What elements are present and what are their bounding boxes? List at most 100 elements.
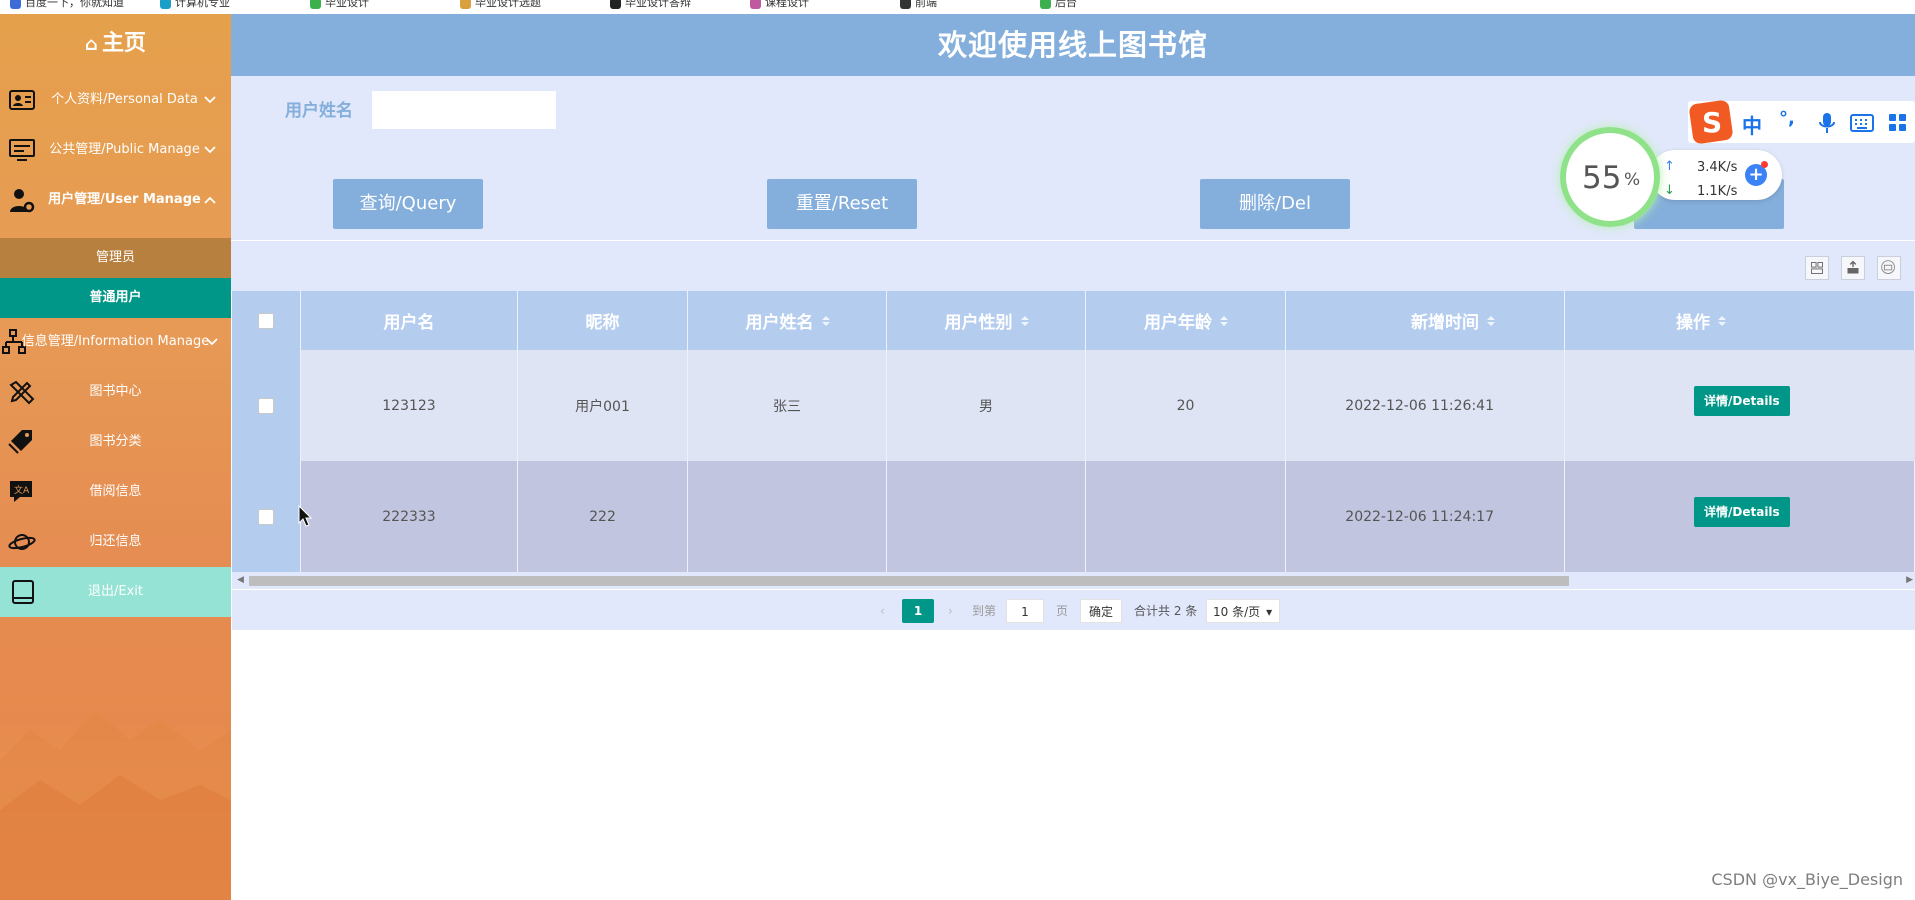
- bookmark-item[interactable]: 后台: [1040, 0, 1077, 10]
- page-size-select[interactable]: 10 条/页 ▾: [1206, 599, 1280, 623]
- microphone-icon[interactable]: [1818, 112, 1836, 134]
- bookmark-item[interactable]: 毕业设计选题: [460, 0, 541, 10]
- sidebar-item-book-center[interactable]: 图书中心: [0, 367, 231, 417]
- reset-button[interactable]: 重置/Reset: [767, 179, 917, 229]
- sidebar-subitem-normal-user[interactable]: 普通用户: [0, 278, 231, 318]
- table-horizontal-scrollbar[interactable]: ◀ ▶: [232, 572, 1915, 589]
- cell-gender: 男: [887, 350, 1086, 461]
- select-all-cell: [232, 291, 301, 350]
- sidebar-item-return-info[interactable]: 归还信息: [0, 517, 231, 567]
- user-settings-icon: [10, 189, 35, 213]
- goto-confirm-button[interactable]: 确定: [1080, 599, 1122, 623]
- scroll-right-icon[interactable]: ▶: [1906, 575, 1913, 585]
- sidebar: ⌂ 主页 个人资料/Personal Data 公共管理/Public Manag…: [0, 14, 231, 900]
- realname-search-input[interactable]: [372, 91, 556, 129]
- current-page[interactable]: 1: [902, 599, 934, 623]
- prev-page-icon[interactable]: ‹: [880, 599, 885, 623]
- chevron-down-icon: [204, 96, 216, 104]
- download-speed: 1.1K/s: [1697, 184, 1738, 199]
- column-header-created[interactable]: 新增时间: [1286, 291, 1565, 350]
- pencil-ruler-icon: [9, 380, 35, 405]
- table-row: 123123 用户001 张三 男 20 2022-12-06 11:26:41: [232, 350, 1915, 461]
- sidebar-item-information-manage[interactable]: 信息管理/Information Manage: [0, 317, 231, 367]
- tags-icon: [8, 430, 32, 454]
- cell-created: 2022-12-06 11:26:41: [1286, 350, 1565, 461]
- bookmark-item[interactable]: 前端: [900, 0, 937, 10]
- sidebar-item-book-category[interactable]: 图书分类: [0, 417, 231, 467]
- query-button[interactable]: 查询/Query: [333, 179, 483, 229]
- cell-created: 2022-12-06 11:24:17: [1286, 461, 1565, 572]
- table-header: 用户名 昵称 用户姓名 用户性别 用户年龄 新增时间 操作: [232, 291, 1915, 350]
- row-checkbox[interactable]: [258, 397, 274, 414]
- sort-icon[interactable]: [822, 316, 829, 326]
- row-checkbox[interactable]: [258, 508, 274, 525]
- cpu-percent: 55: [1582, 160, 1622, 196]
- network-speed-widget[interactable]: 55 % ↑ 3.4K/s ↓ 1.1K/s +: [1560, 127, 1782, 227]
- scroll-left-icon[interactable]: ◀: [237, 575, 244, 585]
- export-icon[interactable]: [1841, 256, 1865, 280]
- id-card-icon: [9, 90, 35, 110]
- column-header-gender[interactable]: 用户性别: [887, 291, 1086, 350]
- sort-icon[interactable]: [1718, 316, 1725, 326]
- column-header-realname[interactable]: 用户姓名: [688, 291, 887, 350]
- sidebar-item-borrow-info[interactable]: 文A 借阅信息: [0, 467, 231, 517]
- table-row: 222333 222 2022-12-06 11:24:17: [232, 461, 1915, 572]
- sort-icon[interactable]: [1487, 316, 1494, 326]
- cell-username: 222333: [301, 461, 518, 572]
- planet-icon: [8, 534, 36, 550]
- keyboard-icon[interactable]: [1850, 114, 1874, 132]
- cell-age: 20: [1086, 350, 1286, 461]
- cpu-percent-unit: %: [1624, 170, 1641, 190]
- sort-icon[interactable]: [1220, 316, 1227, 326]
- monitor-icon: [9, 139, 35, 161]
- row-select-cell: [232, 461, 301, 572]
- notification-dot: [1761, 161, 1768, 168]
- goto-page-input[interactable]: 1: [1006, 599, 1044, 623]
- delete-button[interactable]: 删除/Del: [1200, 179, 1350, 229]
- sort-icon[interactable]: [1021, 316, 1028, 326]
- goto-label: 到第: [972, 604, 997, 618]
- sidebar-item-public-manage[interactable]: 公共管理/Public Manage: [0, 125, 231, 175]
- watermark: CSDN @vx_Biye_Design: [1711, 870, 1903, 889]
- cell-nickname: 222: [518, 461, 688, 572]
- page-suffix-label: 页: [1056, 604, 1069, 618]
- total-count: 合计共 2 条: [1134, 604, 1198, 618]
- bookmark-item[interactable]: 毕业设计答辩: [610, 0, 691, 10]
- column-header-age[interactable]: 用户年龄: [1086, 291, 1286, 350]
- bookmark-item[interactable]: 毕业设计: [310, 0, 369, 10]
- sidebar-item-personal-data[interactable]: 个人资料/Personal Data: [0, 75, 231, 125]
- ime-punctuation-toggle[interactable]: °,: [1779, 108, 1795, 129]
- home-icon: ⌂: [85, 34, 98, 55]
- page-header: 欢迎使用线上图书馆: [231, 14, 1915, 76]
- sidebar-item-exit[interactable]: 退出/Exit: [0, 567, 231, 617]
- cell-gender: [887, 461, 1086, 572]
- toolbox-grid-icon[interactable]: [1888, 113, 1908, 133]
- details-button[interactable]: 详情/Details: [1694, 497, 1790, 527]
- cell-realname: [688, 461, 887, 572]
- realname-field-label: 用户姓名: [285, 101, 353, 121]
- bookmark-item[interactable]: 课程设计: [750, 0, 809, 10]
- column-header-nickname[interactable]: 昵称: [518, 291, 688, 350]
- sidebar-item-user-manage[interactable]: 用户管理/User Manage: [0, 175, 231, 225]
- sidebar-background-art: [0, 710, 231, 900]
- chevron-down-icon: ▾: [1266, 605, 1273, 619]
- translate-icon: 文A: [10, 481, 32, 502]
- page-title: 欢迎使用线上图书馆: [937, 28, 1208, 62]
- scrollbar-thumb[interactable]: [249, 576, 1569, 586]
- select-all-checkbox[interactable]: [258, 312, 274, 329]
- details-button[interactable]: 详情/Details: [1694, 386, 1790, 416]
- print-icon[interactable]: [1877, 256, 1901, 280]
- column-header-username[interactable]: 用户名: [301, 291, 518, 350]
- chevron-down-icon: [204, 146, 216, 154]
- sidebar-subitem-admin[interactable]: 管理员: [0, 238, 231, 278]
- bookmark-item[interactable]: 计算机专业: [160, 0, 230, 10]
- download-arrow-icon: ↓: [1664, 183, 1675, 198]
- cell-username: 123123: [301, 350, 518, 461]
- mouse-cursor-icon: [298, 505, 312, 527]
- bookmark-item[interactable]: 百度一下，你就知道: [10, 0, 124, 10]
- columns-filter-icon[interactable]: [1805, 256, 1829, 280]
- column-header-actions[interactable]: 操作: [1565, 291, 1915, 350]
- upload-speed: 3.4K/s: [1697, 160, 1738, 175]
- home-link[interactable]: ⌂ 主页: [0, 14, 231, 74]
- next-page-icon[interactable]: ›: [948, 599, 953, 623]
